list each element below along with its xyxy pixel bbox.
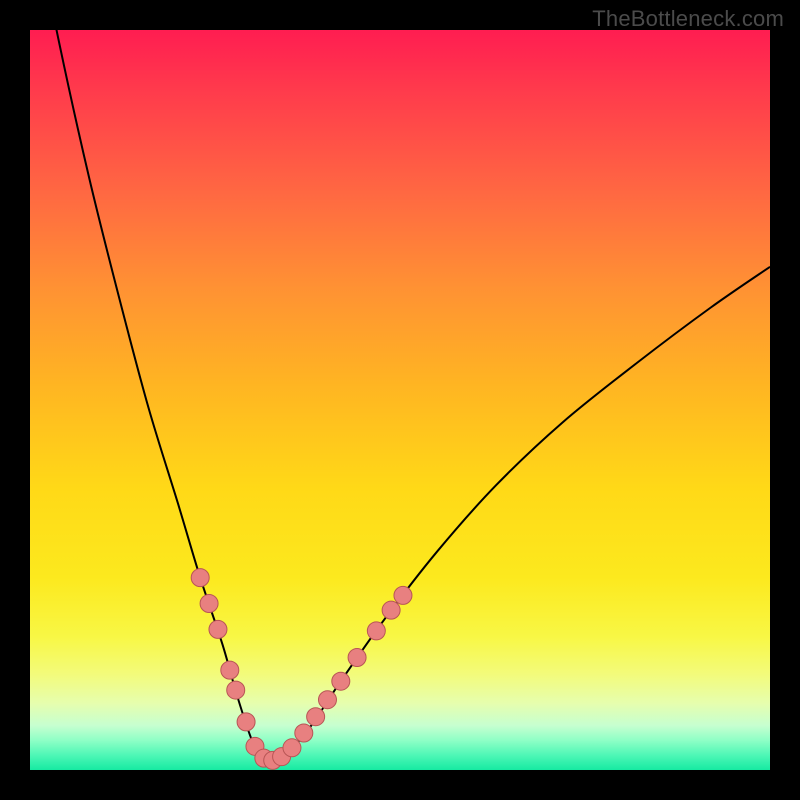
chart-frame: TheBottleneck.com xyxy=(0,0,800,800)
highlight-points-group xyxy=(191,569,412,770)
highlight-point xyxy=(332,672,350,690)
highlight-point xyxy=(283,739,301,757)
watermark-text: TheBottleneck.com xyxy=(592,6,784,32)
highlight-point xyxy=(200,595,218,613)
highlight-point xyxy=(221,661,239,679)
highlight-point xyxy=(348,649,366,667)
highlight-point xyxy=(367,622,385,640)
highlight-point xyxy=(191,569,209,587)
points-layer xyxy=(30,30,770,770)
highlight-point xyxy=(295,724,313,742)
highlight-point xyxy=(209,620,227,638)
highlight-point xyxy=(382,601,400,619)
highlight-point xyxy=(307,708,325,726)
plot-area xyxy=(30,30,770,770)
highlight-point xyxy=(318,691,336,709)
highlight-point xyxy=(394,586,412,604)
highlight-point xyxy=(237,713,255,731)
highlight-point xyxy=(227,681,245,699)
